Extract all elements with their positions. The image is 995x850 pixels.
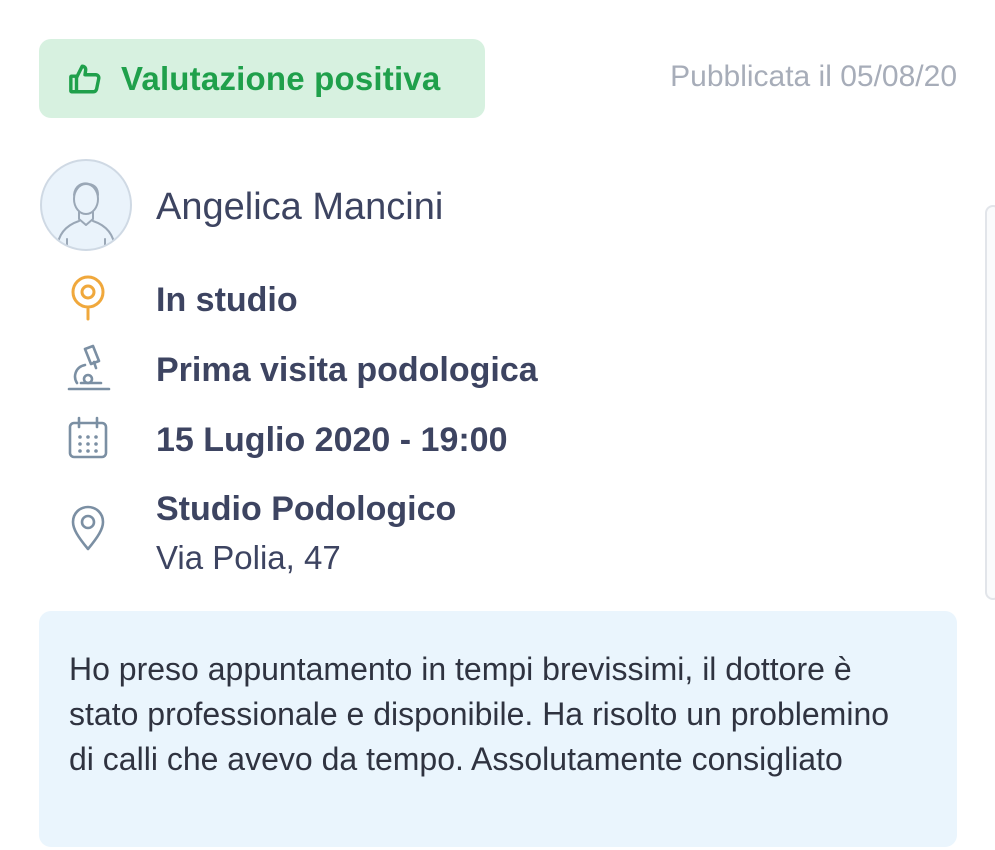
rating-label: Valutazione positiva xyxy=(121,59,441,97)
calendar-icon xyxy=(62,412,114,464)
scrollbar[interactable] xyxy=(985,205,995,600)
location-pin-icon xyxy=(62,272,114,324)
publication-date: Pubblicata il 05/08/20 xyxy=(670,60,957,93)
map-pin-icon xyxy=(62,502,114,554)
avatar xyxy=(40,159,132,251)
review-comment-text: Ho preso appuntamento in tempi brevissim… xyxy=(69,651,890,777)
review-comment-box: Ho preso appuntamento in tempi brevissim… xyxy=(39,611,957,847)
clinic-address: Via Polia, 47 xyxy=(156,539,341,576)
visit-type: In studio xyxy=(156,281,298,319)
service-name: Prima visita podologica xyxy=(156,351,538,389)
patient-name: Angelica Mancini xyxy=(156,186,444,228)
positive-rating-badge: Valutazione positiva xyxy=(39,39,485,118)
microscope-icon xyxy=(62,342,114,394)
review-card: Valutazione positiva Pubblicata il 05/08… xyxy=(0,0,995,850)
user-avatar-icon xyxy=(56,182,116,249)
clinic-name: Studio Podologico xyxy=(156,490,457,528)
appointment-datetime: 15 Luglio 2020 - 19:00 xyxy=(156,421,508,459)
thumbs-up-icon xyxy=(67,61,103,97)
